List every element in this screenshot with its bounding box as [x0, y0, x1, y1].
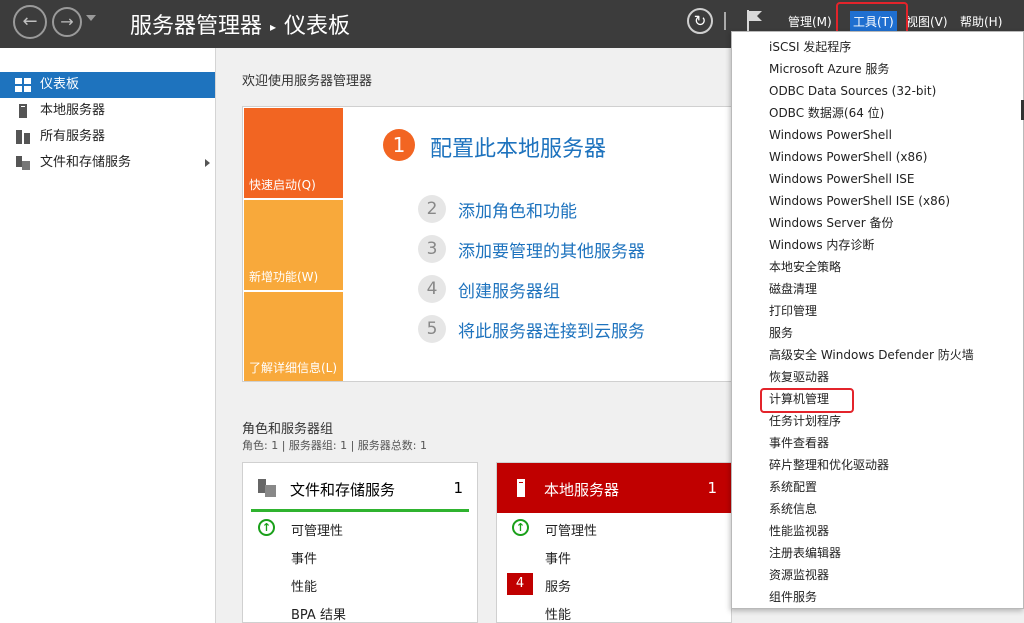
card-row-manageability[interactable]: 可管理性: [545, 520, 597, 539]
back-arrow-icon[interactable]: ←: [13, 5, 47, 39]
up-arrow-icon: ↑: [258, 519, 275, 536]
welcome-heading: 欢迎使用服务器管理器: [242, 74, 373, 89]
menu-item-azure[interactable]: Microsoft Azure 服务: [769, 59, 889, 79]
servers-icon: [16, 130, 30, 144]
quick-start-panel: 快速启动(Q) 新增功能(W) 了解详细信息(L) 1 配置此本地服务器 2 添…: [242, 106, 732, 382]
menu-item-odbc32[interactable]: ODBC Data Sources (32-bit): [769, 81, 936, 101]
menu-item-memory-diagnostic[interactable]: Windows 内存诊断: [769, 235, 874, 255]
card-row-bpa[interactable]: BPA 结果: [291, 604, 346, 623]
step-number: 2: [418, 195, 446, 223]
step-configure-local-server[interactable]: 配置此本地服务器: [430, 131, 606, 163]
card-header: 文件和存储服务 1: [243, 463, 477, 513]
breadcrumb-app: 服务器管理器: [130, 14, 263, 39]
page-title: 服务器管理器 ▸ 仪表板: [130, 8, 350, 40]
roles-heading: 角色和服务器组: [242, 422, 334, 437]
step-number: 3: [418, 235, 446, 263]
role-card-local-server[interactable]: 本地服务器 1 ↑ 可管理性 事件 4 服务 性能: [496, 462, 732, 623]
menu-view[interactable]: 视图(V): [906, 13, 948, 30]
menu-item-defender-firewall[interactable]: 高级安全 Windows Defender 防火墙: [769, 345, 974, 365]
step-number: 4: [418, 275, 446, 303]
divider: [724, 12, 726, 30]
menu-item-powershell-ise-x86[interactable]: Windows PowerShell ISE (x86): [769, 191, 950, 211]
step-add-roles[interactable]: 添加角色和功能: [458, 197, 577, 222]
sidebar-item-label: 所有服务器: [40, 129, 106, 144]
menu-item-server-backup[interactable]: Windows Server 备份: [769, 213, 894, 233]
history-dropdown-icon[interactable]: [86, 15, 96, 21]
roles-summary: 角色: 1 | 服务器组: 1 | 服务器总数: 1: [242, 439, 428, 452]
step-create-group[interactable]: 创建服务器组: [458, 277, 560, 302]
storage-icon: [16, 156, 30, 170]
menu-item-services[interactable]: 服务: [769, 323, 793, 343]
tools-dropdown-menu: iSCSI 发起程序 Microsoft Azure 服务 ODBC Data …: [731, 31, 1024, 609]
storage-icon: [258, 479, 276, 497]
card-header: 本地服务器 1: [497, 463, 731, 513]
role-card-file-storage[interactable]: 文件和存储服务 1 ↑ 可管理性 事件 性能 BPA 结果: [242, 462, 478, 623]
menu-item-local-security-policy[interactable]: 本地安全策略: [769, 257, 841, 277]
menu-help[interactable]: 帮助(H): [960, 13, 1002, 30]
sidebar-item-file-storage[interactable]: 文件和存储服务: [0, 150, 215, 176]
step-connect-cloud[interactable]: 将此服务器连接到云服务: [458, 317, 645, 342]
card-row-performance[interactable]: 性能: [545, 604, 571, 623]
menu-item-registry-editor[interactable]: 注册表编辑器: [769, 543, 841, 563]
dashboard-icon: [15, 78, 31, 92]
sidebar: 仪表板 本地服务器 所有服务器 文件和存储服务: [0, 48, 216, 623]
up-arrow-icon: ↑: [512, 519, 529, 536]
menu-item-component-services[interactable]: 组件服务: [769, 587, 817, 607]
sidebar-item-label: 仪表板: [40, 77, 80, 92]
menu-manage[interactable]: 管理(M): [788, 13, 832, 30]
card-title: 文件和存储服务: [290, 481, 396, 499]
breadcrumb-page: 仪表板: [284, 14, 351, 39]
menu-item-task-scheduler[interactable]: 任务计划程序: [769, 411, 841, 431]
card-count: 1: [453, 479, 463, 497]
sidebar-item-label: 文件和存储服务: [40, 155, 132, 170]
menu-item-defragment[interactable]: 碎片整理和优化驱动器: [769, 455, 889, 475]
refresh-icon[interactable]: ↻: [687, 8, 713, 34]
menu-item-event-viewer[interactable]: 事件查看器: [769, 433, 829, 453]
step-add-servers[interactable]: 添加要管理的其他服务器: [458, 237, 645, 262]
server-icon: [19, 104, 27, 118]
forward-arrow-icon[interactable]: →: [52, 7, 82, 37]
menu-item-resource-monitor[interactable]: 资源监视器: [769, 565, 829, 585]
menu-item-performance-monitor[interactable]: 性能监视器: [769, 521, 829, 541]
card-row-events[interactable]: 事件: [545, 548, 571, 567]
card-row-services[interactable]: 服务: [545, 576, 571, 595]
tile-learn-more[interactable]: 了解详细信息(L): [244, 292, 343, 381]
sidebar-item-local-server[interactable]: 本地服务器: [0, 98, 215, 124]
menu-item-disk-cleanup[interactable]: 磁盘清理: [769, 279, 817, 299]
sidebar-item-all-servers[interactable]: 所有服务器: [0, 124, 215, 150]
menu-item-print-management[interactable]: 打印管理: [769, 301, 817, 321]
menu-item-recovery-drive[interactable]: 恢复驱动器: [769, 367, 829, 387]
sidebar-item-dashboard[interactable]: 仪表板: [0, 72, 215, 98]
card-row-events[interactable]: 事件: [291, 548, 317, 567]
card-count: 1: [707, 479, 717, 497]
sidebar-item-label: 本地服务器: [40, 103, 106, 118]
menu-item-odbc64[interactable]: ODBC 数据源(64 位): [769, 103, 884, 123]
menu-item-system-information[interactable]: 系统信息: [769, 499, 817, 519]
menu-item-powershell-x86[interactable]: Windows PowerShell (x86): [769, 147, 927, 167]
card-title: 本地服务器: [544, 481, 620, 499]
chevron-right-icon[interactable]: [205, 159, 210, 167]
menu-item-powershell[interactable]: Windows PowerShell: [769, 125, 892, 145]
computer-management-highlight-box: [760, 388, 854, 413]
server-icon: [517, 479, 525, 497]
tile-whats-new[interactable]: 新增功能(W): [244, 200, 343, 290]
menu-item-system-configuration[interactable]: 系统配置: [769, 477, 817, 497]
tile-quick-start[interactable]: 快速启动(Q): [244, 108, 343, 198]
menu-item-powershell-ise[interactable]: Windows PowerShell ISE: [769, 169, 915, 189]
status-bar: [251, 509, 469, 512]
step-number: 1: [383, 129, 415, 161]
menu-item-iscsi[interactable]: iSCSI 发起程序: [769, 37, 851, 57]
alert-count-badge: 4: [507, 573, 533, 595]
breadcrumb-separator-icon: ▸: [270, 20, 277, 34]
step-number: 5: [418, 315, 446, 343]
card-row-manageability[interactable]: 可管理性: [291, 520, 343, 539]
card-row-performance[interactable]: 性能: [291, 576, 317, 595]
